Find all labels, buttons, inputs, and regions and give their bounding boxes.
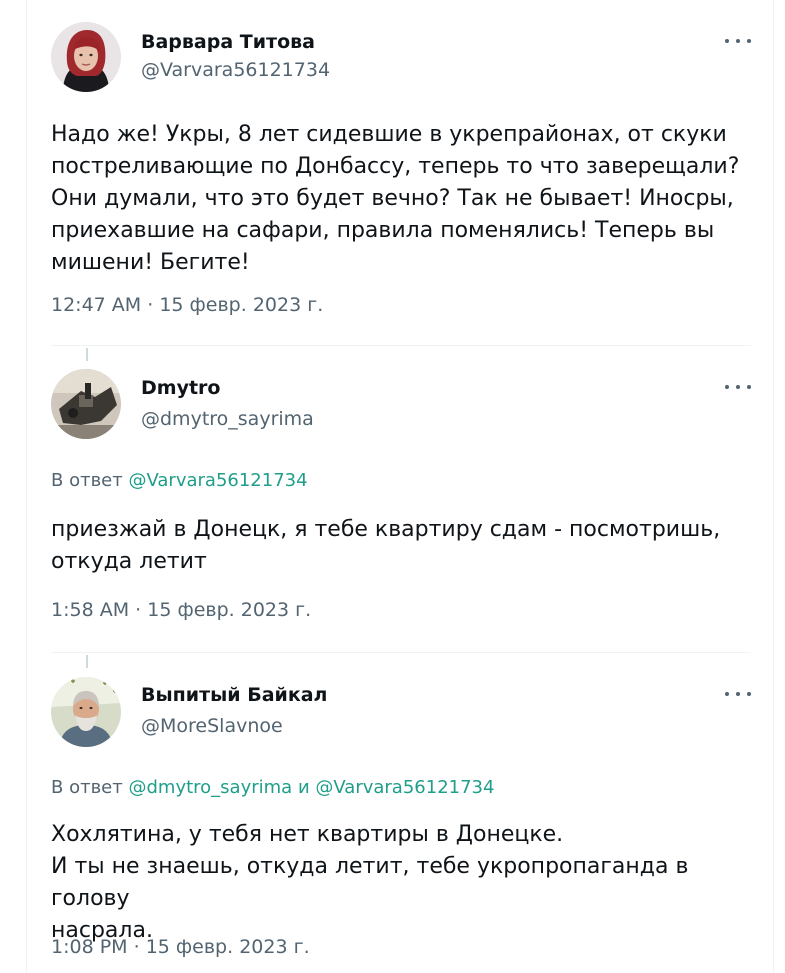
author-name[interactable]: Dmytro — [141, 377, 220, 399]
reply-joiner: и — [297, 777, 310, 798]
more-horizontal-icon-dot — [736, 39, 740, 43]
more-horizontal-icon-dot — [736, 692, 740, 696]
reply-mention-link[interactable]: @Varvara56121734 — [128, 470, 307, 491]
tweet-text: Хохлятина, у тебя нет квартиры в Донецке… — [51, 822, 689, 943]
author-handle[interactable]: @MoreSlavnoe — [141, 715, 283, 737]
tweet-time[interactable]: 12:47 AM — [51, 294, 141, 316]
author-name[interactable]: Выпитый Байкал — [141, 684, 327, 706]
tweet-date[interactable]: 15 февр. 2023 г. — [146, 936, 310, 958]
more-horizontal-icon — [725, 39, 729, 43]
tweet-2[interactable]: Dmytro @dmytro_sayrima В ответ @Varvara5… — [27, 346, 773, 652]
more-horizontal-icon-dot — [747, 692, 751, 696]
meta-separator: · — [135, 599, 142, 621]
author-name[interactable]: Варвара Титова — [141, 31, 315, 53]
tweet-time[interactable]: 1:08 PM — [51, 936, 128, 958]
tweet-3[interactable]: Выпитый Байкал @MoreSlavnoe В ответ @dmy… — [27, 653, 773, 973]
avatar-woman-image — [51, 22, 121, 92]
avatar-dmytro[interactable] — [51, 369, 121, 439]
meta-separator: · — [147, 294, 154, 316]
more-options-button[interactable] — [725, 377, 751, 397]
tweet-text: Надо же! Укры, 8 лет сидевшие в укрепрай… — [51, 122, 740, 275]
meta-separator: · — [133, 936, 140, 958]
reply-context: В ответ @dmytro_sayrima и @Varvara561217… — [51, 777, 494, 798]
reply-mention-link[interactable]: @Varvara56121734 — [315, 777, 494, 798]
more-horizontal-icon-dot — [747, 39, 751, 43]
timeline-frame: Варвара Титова @Varvara56121734 Надо же!… — [26, 0, 774, 973]
avatar-dmytro-image — [51, 369, 121, 439]
avatar-varvara[interactable] — [51, 22, 121, 92]
tweet-timestamp[interactable]: 1:58 AM · 15 февр. 2023 г. — [51, 599, 311, 621]
more-horizontal-icon-dot — [747, 385, 751, 389]
more-options-button[interactable] — [725, 31, 751, 51]
more-horizontal-icon-dot — [736, 385, 740, 389]
tweet-time[interactable]: 1:58 AM — [51, 599, 129, 621]
tweet-1[interactable]: Варвара Титова @Varvara56121734 Надо же!… — [27, 0, 773, 345]
avatar-vypityi-baikal[interactable] — [51, 677, 121, 747]
author-handle[interactable]: @dmytro_sayrima — [141, 408, 314, 430]
more-horizontal-icon — [725, 692, 729, 696]
reply-prefix: В ответ — [51, 777, 123, 798]
more-options-button[interactable] — [725, 684, 751, 704]
tweet-date[interactable]: 15 февр. 2023 г. — [159, 294, 323, 316]
reply-prefix: В ответ — [51, 470, 123, 491]
tweet-date[interactable]: 15 февр. 2023 г. — [147, 599, 311, 621]
tweet-timestamp[interactable]: 12:47 AM · 15 февр. 2023 г. — [51, 294, 323, 316]
reply-mention-link[interactable]: @dmytro_sayrima — [128, 777, 292, 798]
reply-context: В ответ @Varvara56121734 — [51, 470, 308, 491]
tweet-text: приезжай в Донецк, я тебе квартиру сдам … — [51, 517, 721, 574]
avatar-bearded-man-image — [51, 677, 121, 747]
author-handle[interactable]: @Varvara56121734 — [141, 59, 330, 81]
more-horizontal-icon — [725, 385, 729, 389]
tweet-timestamp[interactable]: 1:08 PM · 15 февр. 2023 г. — [51, 936, 310, 958]
